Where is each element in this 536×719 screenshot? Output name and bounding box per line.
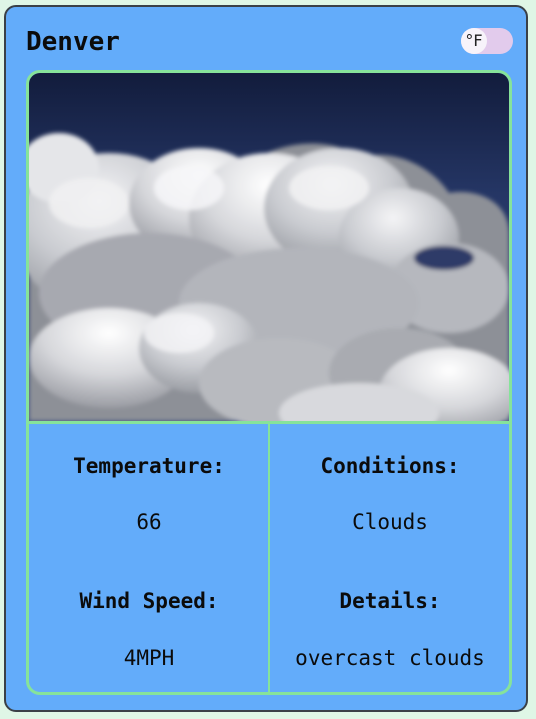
cloudy-sky-photo xyxy=(29,73,509,421)
temperature-value-cell: 66 xyxy=(29,509,269,535)
temperature-value: 66 xyxy=(136,510,162,534)
temperature-stat: Temperature: xyxy=(29,453,269,479)
weather-card: Denver °F Temperature: 66 Conditions: Cl… xyxy=(4,5,528,712)
city-name: Denver xyxy=(26,27,120,57)
wind-speed-value: 4MPH xyxy=(123,646,175,670)
temperature-label: Temperature: xyxy=(73,454,225,478)
details-value-cell: overcast clouds xyxy=(270,645,509,671)
wind-speed-stat: Wind Speed: xyxy=(29,588,269,614)
details-stat: Details: xyxy=(270,588,509,614)
unit-toggle[interactable]: °F xyxy=(461,28,513,54)
details-value: overcast clouds xyxy=(295,646,485,670)
conditions-value: Clouds xyxy=(352,510,428,534)
wind-speed-label: Wind Speed: xyxy=(79,589,219,613)
details-label: Details: xyxy=(339,589,441,613)
conditions-value-cell: Clouds xyxy=(270,509,509,535)
wind-speed-value-cell: 4MPH xyxy=(29,645,269,671)
conditions-label: Conditions: xyxy=(320,454,460,478)
weather-panel: Temperature: 66 Conditions: Clouds Wind … xyxy=(26,70,512,695)
unit-toggle-label: °F xyxy=(461,28,487,54)
conditions-stat: Conditions: xyxy=(270,453,509,479)
